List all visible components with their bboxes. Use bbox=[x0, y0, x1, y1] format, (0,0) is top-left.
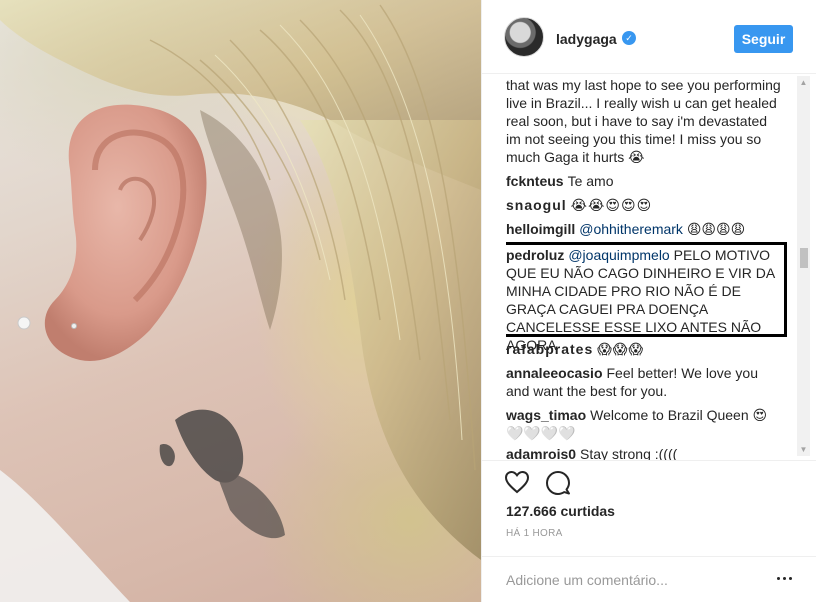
highlight-box bbox=[506, 242, 787, 337]
likes-count[interactable]: 127.666 curtidas bbox=[506, 503, 615, 519]
comment-mention[interactable]: @ohhitheremark bbox=[579, 221, 683, 237]
comment-item: helloimgill @ohhitheremark 😩😩😩😩 bbox=[506, 220, 784, 238]
comment-text: 😩😩😩😩 bbox=[686, 221, 746, 237]
follow-button[interactable]: Seguir bbox=[734, 25, 793, 53]
comment-username[interactable]: helloimgill bbox=[506, 221, 575, 237]
post-side-panel: ladygaga ✓ Seguir that was my last hope … bbox=[481, 0, 816, 602]
scrollbar-thumb[interactable] bbox=[800, 248, 808, 268]
comment-username[interactable]: fcknteus bbox=[506, 173, 564, 189]
comment-text: that was my last hope to see you perform… bbox=[506, 77, 781, 165]
comment-username[interactable]: adamrois0 bbox=[506, 446, 576, 460]
comment-item: that was my last hope to see you perform… bbox=[506, 76, 784, 166]
comment-username[interactable]: snaogul bbox=[506, 197, 567, 213]
comment-item: snaogul 😭😭😍😍😍 bbox=[506, 196, 784, 214]
comment-item: annaleeocasio Feel better! We love you an… bbox=[506, 364, 784, 400]
comment-item: rafabprates 😱😱😱 bbox=[506, 340, 784, 358]
heart-icon[interactable] bbox=[504, 470, 530, 494]
comments-list: that was my last hope to see you perform… bbox=[506, 74, 806, 460]
comment-text: 😭😭😍😍😍 bbox=[570, 197, 653, 213]
comment-input[interactable] bbox=[506, 566, 756, 594]
comment-item: wags_timao Welcome to Brazil Queen 😍 🤍🤍🤍🤍 bbox=[506, 406, 784, 442]
verified-icon: ✓ bbox=[622, 31, 636, 45]
post-header: ladygaga ✓ Seguir bbox=[482, 0, 816, 74]
post-actions: 127.666 curtidas HÁ 1 HORA bbox=[482, 460, 816, 556]
post-timestamp: HÁ 1 HORA bbox=[506, 528, 563, 539]
comment-icon[interactable] bbox=[545, 470, 571, 496]
comment-item: adamrois0 Stay strong :(((( bbox=[506, 445, 784, 460]
scroll-down-arrow-icon[interactable]: ▼ bbox=[797, 443, 810, 456]
comment-username[interactable]: wags_timao bbox=[506, 407, 586, 423]
comment-text: Te amo bbox=[567, 173, 614, 189]
comments-scrollbar[interactable]: ▲ ▼ bbox=[797, 76, 810, 456]
comment-username[interactable]: annaleeocasio bbox=[506, 365, 603, 381]
scroll-up-arrow-icon[interactable]: ▲ bbox=[797, 76, 810, 89]
post-photo bbox=[0, 0, 481, 602]
avatar[interactable] bbox=[504, 17, 544, 57]
photo-illustration bbox=[0, 0, 481, 602]
comment-item: fcknteus Te amo bbox=[506, 172, 784, 190]
comment-username[interactable]: rafabprates bbox=[506, 341, 593, 357]
add-comment-bar bbox=[482, 556, 816, 602]
comment-text: 😱😱😱 bbox=[597, 341, 645, 357]
header-username[interactable]: ladygaga bbox=[556, 31, 617, 47]
comment-text: Stay strong :(((( bbox=[580, 446, 678, 460]
more-options-icon[interactable] bbox=[776, 573, 794, 587]
